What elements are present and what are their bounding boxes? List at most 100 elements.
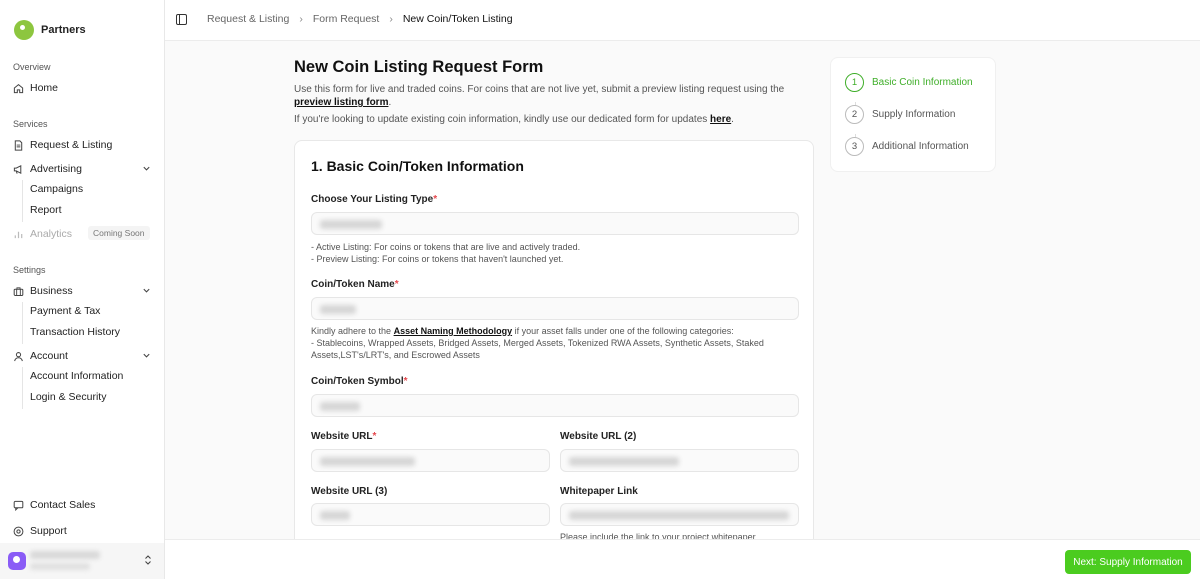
listing-type-help: - Active Listing: For coins or tokens th… — [311, 241, 580, 265]
listing-type-help-active: - Active Listing: For coins or tokens th… — [311, 242, 581, 252]
asset-naming-methodology-link[interactable]: Asset Naming Methodology — [394, 326, 513, 336]
website-url-input[interactable] — [311, 449, 550, 472]
help-circle-icon — [13, 526, 24, 537]
field-value-blurred — [569, 511, 789, 520]
chat-icon — [13, 500, 24, 511]
field-value-blurred — [320, 220, 382, 229]
sidebar-item-home[interactable]: Home — [13, 79, 153, 97]
breadcrumb-item-request-listing[interactable]: Request & Listing — [207, 13, 289, 25]
step-basic-coin-information[interactable]: 1 Basic Coin Information — [845, 73, 973, 92]
section-title-settings: Settings — [13, 265, 46, 275]
whitepaper-link-label: Whitepaper Link — [560, 486, 638, 497]
form-card: 1. Basic Coin/Token Information Choose Y… — [294, 140, 814, 579]
chevron-right-icon: › — [299, 13, 303, 25]
whitepaper-link-input[interactable] — [560, 503, 799, 526]
sidebar-item-support[interactable]: Support — [13, 522, 153, 540]
sidebar-item-campaigns[interactable]: Campaigns — [30, 183, 83, 195]
website-url-2-label: Website URL (2) — [560, 431, 637, 442]
sidebar-item-label: Request & Listing — [30, 139, 113, 151]
sidebar-toggle-icon[interactable] — [176, 14, 187, 25]
form-section-title: 1. Basic Coin/Token Information — [311, 158, 524, 174]
chevron-up-down-icon — [144, 554, 152, 569]
step-number: 1 — [845, 73, 864, 92]
sidebar-item-report[interactable]: Report — [30, 204, 62, 216]
sidebar-item-login-security[interactable]: Login & Security — [30, 391, 106, 403]
brand-logo-icon — [14, 20, 34, 40]
sidebar-item-business[interactable]: Business — [13, 282, 153, 300]
coin-name-input[interactable] — [311, 297, 799, 320]
sidebar-item-contact-sales[interactable]: Contact Sales — [13, 496, 153, 514]
submenu-line — [22, 367, 23, 409]
intro-text-end: . — [388, 97, 392, 108]
home-icon — [13, 83, 24, 94]
required-mark: * — [372, 431, 377, 442]
submenu-line — [22, 180, 23, 222]
user-menu[interactable] — [0, 543, 164, 579]
brand-name: Partners — [41, 24, 86, 36]
sidebar-item-request-listing[interactable]: Request & Listing — [13, 136, 153, 154]
document-icon — [13, 139, 24, 151]
step-label: Basic Coin Information — [872, 77, 973, 88]
sidebar-item-account-information[interactable]: Account Information — [30, 370, 123, 382]
sidebar-item-label: Account — [30, 350, 68, 362]
website-url-2-input[interactable] — [560, 449, 799, 472]
sidebar-item-payment-tax[interactable]: Payment & Tax — [30, 305, 100, 317]
intro-text: Use this form for live and traded coins.… — [294, 83, 814, 109]
coin-symbol-input[interactable] — [311, 394, 799, 417]
required-mark: * — [394, 279, 399, 290]
listing-type-help-preview: - Preview Listing: For coins or tokens t… — [311, 254, 564, 264]
update-text: If you're looking to update existing coi… — [294, 114, 814, 125]
breadcrumb-item-current: New Coin/Token Listing — [402, 13, 513, 25]
coin-name-help-pre: Kindly adhere to the — [311, 326, 392, 336]
form-steps: 1 Basic Coin Information 2 Supply Inform… — [830, 57, 996, 172]
step-number: 2 — [845, 105, 864, 124]
update-text-end: . — [731, 114, 734, 125]
top-bar: Request & Listing › Form Request › New C… — [165, 0, 1200, 41]
sidebar-item-transaction-history[interactable]: Transaction History — [30, 326, 120, 338]
sidebar: Partners Overview Home Services Request … — [0, 0, 165, 579]
briefcase-icon — [13, 286, 24, 297]
sidebar-item-account[interactable]: Account — [13, 347, 153, 365]
sidebar-item-advertising[interactable]: Advertising — [13, 160, 153, 178]
user-icon — [13, 351, 24, 362]
avatar — [8, 552, 26, 570]
website-url-label: Website URL* — [311, 431, 376, 442]
listing-type-label: Choose Your Listing Type* — [311, 194, 437, 205]
coin-name-help-categories: - Stablecoins, Wrapped Assets, Bridged A… — [311, 338, 764, 360]
preview-listing-form-link[interactable]: preview listing form — [294, 97, 388, 108]
user-name-blurred — [30, 551, 100, 559]
listing-type-select[interactable] — [311, 212, 799, 235]
field-value-blurred — [569, 457, 679, 466]
user-email-blurred — [30, 563, 90, 570]
submenu-line — [22, 302, 23, 344]
bar-chart-icon — [13, 229, 24, 240]
sidebar-item-label: Home — [30, 82, 59, 94]
sidebar-item-label: Business — [30, 285, 73, 297]
coin-name-help: Kindly adhere to the Asset Naming Method… — [311, 325, 781, 361]
field-value-blurred — [320, 402, 360, 411]
step-label: Supply Information — [872, 109, 956, 120]
breadcrumb-item-form-request[interactable]: Form Request — [313, 13, 380, 25]
required-mark: * — [433, 194, 438, 205]
megaphone-icon — [13, 164, 24, 175]
step-number: 3 — [845, 137, 864, 156]
section-title-overview: Overview — [13, 62, 51, 72]
update-form-link[interactable]: here — [710, 114, 731, 125]
coin-name-label: Coin/Token Name* — [311, 279, 399, 290]
website-url-3-input[interactable] — [311, 503, 550, 526]
coming-soon-badge: Coming Soon — [88, 226, 150, 240]
update-text-body: If you're looking to update existing coi… — [294, 114, 708, 125]
chevron-down-icon — [142, 286, 151, 297]
chevron-down-icon — [142, 164, 151, 175]
step-supply-information[interactable]: 2 Supply Information — [845, 105, 955, 124]
main-content: New Coin Listing Request Form Use this f… — [294, 58, 814, 579]
intro-text-body: Use this form for live and traded coins.… — [294, 84, 785, 95]
sidebar-item-label: Support — [30, 525, 67, 537]
step-additional-information[interactable]: 3 Additional Information — [845, 137, 969, 156]
chevron-down-icon — [142, 351, 151, 362]
next-supply-information-button[interactable]: Next: Supply Information — [1065, 550, 1191, 574]
brand[interactable]: Partners — [14, 20, 86, 40]
coin-symbol-label-text: Coin/Token Symbol — [311, 376, 404, 387]
required-mark: * — [403, 376, 408, 387]
coin-symbol-label: Coin/Token Symbol* — [311, 376, 408, 387]
